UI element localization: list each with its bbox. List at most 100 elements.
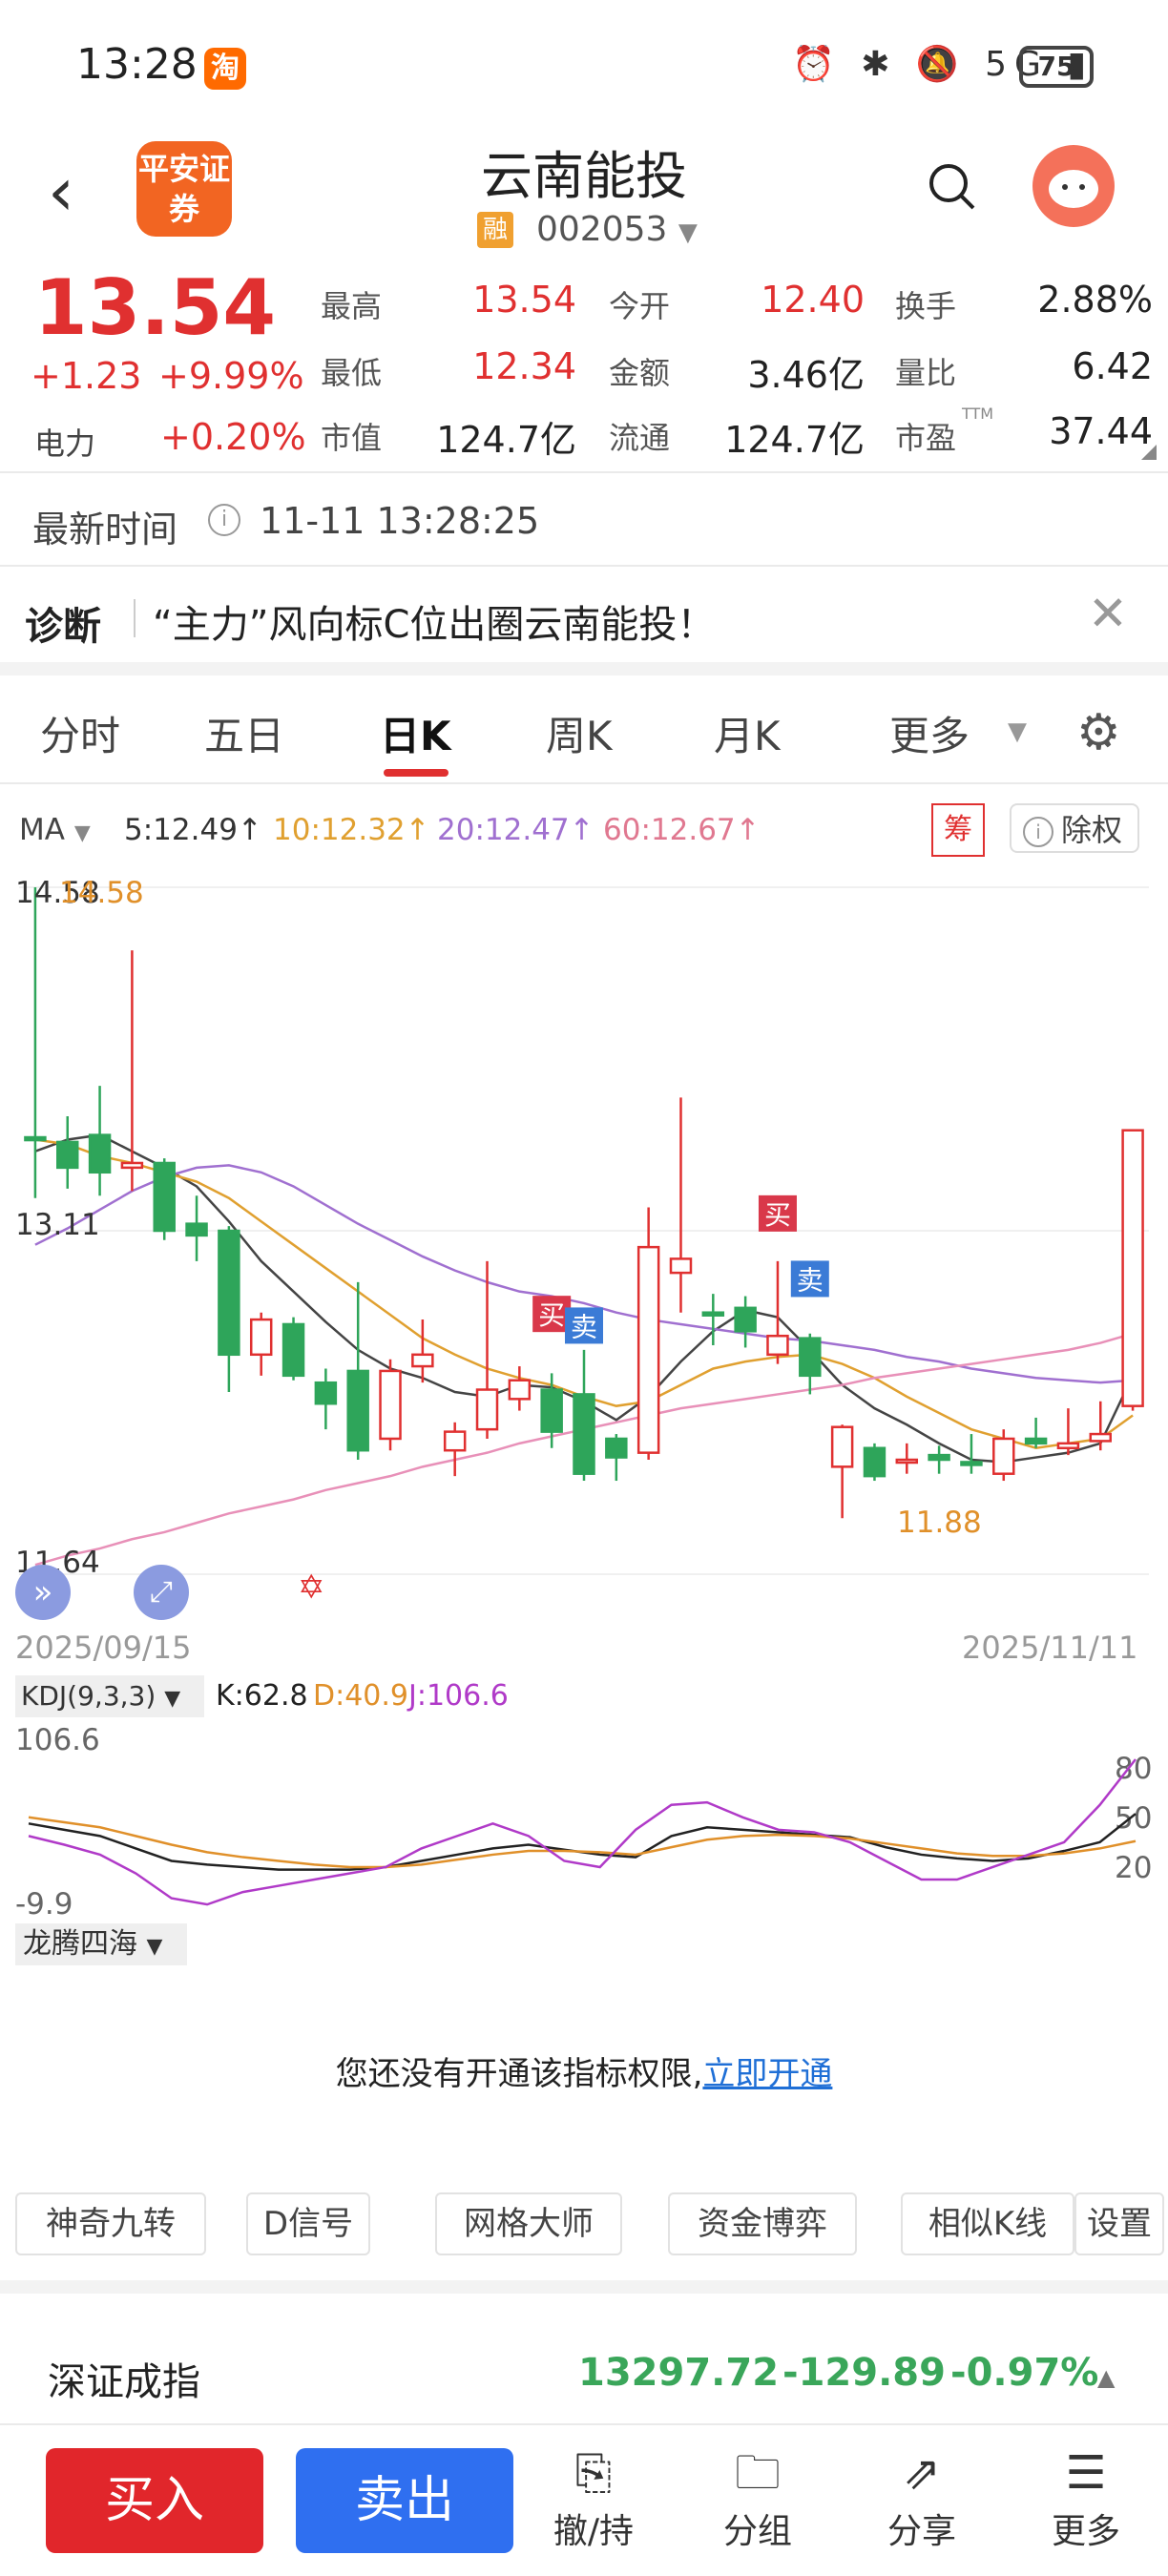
- tool-button[interactable]: 设置: [1074, 2192, 1164, 2255]
- candle[interactable]: [508, 1366, 532, 1411]
- candle[interactable]: [636, 1207, 660, 1460]
- buy-button[interactable]: 买入: [46, 2448, 263, 2553]
- stock-code-selector[interactable]: 002053 ▼: [536, 210, 698, 249]
- tool-button[interactable]: D信号: [246, 2192, 370, 2255]
- kdj-chart[interactable]: [0, 1755, 1168, 1908]
- tab-0[interactable]: 分时: [40, 704, 120, 762]
- quote-value: 12.34: [472, 345, 576, 387]
- candle[interactable]: [346, 1281, 369, 1460]
- end-date: 2025/11/11: [962, 1630, 1138, 1666]
- candle[interactable]: [56, 1116, 79, 1189]
- nav-undo-hold[interactable]: ⎘ 撤/持: [527, 2442, 660, 2553]
- candle[interactable]: [282, 1317, 305, 1381]
- candle[interactable]: [1024, 1417, 1048, 1448]
- expand-corner-icon[interactable]: [1141, 445, 1157, 460]
- candle-body: [669, 1257, 693, 1275]
- info-icon[interactable]: i: [208, 504, 240, 536]
- candle-body: [379, 1369, 402, 1441]
- kdj-selector[interactable]: KDJ(9,3,3) ▼: [15, 1675, 204, 1717]
- diagnosis-headline[interactable]: “主力”风向标C位出圈云南能投！: [153, 593, 715, 649]
- divider: [134, 599, 136, 637]
- candle[interactable]: [379, 1359, 402, 1451]
- candle[interactable]: [314, 1368, 338, 1430]
- tool-button[interactable]: 网格大师: [435, 2192, 622, 2255]
- candle[interactable]: [185, 1195, 208, 1261]
- kdj-k: K:62.8: [216, 1679, 308, 1713]
- quote-label: 市值: [321, 420, 383, 456]
- gear-icon[interactable]: ⚙: [1076, 704, 1121, 761]
- candle[interactable]: [1089, 1401, 1112, 1451]
- candle[interactable]: [605, 1434, 628, 1482]
- fullscreen-icon[interactable]: ⤢: [134, 1565, 189, 1620]
- candle[interactable]: [799, 1333, 822, 1395]
- candle[interactable]: [24, 887, 47, 1198]
- candle[interactable]: [249, 1312, 273, 1376]
- adjust-rights-label: 除权: [1061, 812, 1123, 848]
- tab-4[interactable]: 月K: [714, 704, 781, 762]
- share-icon: ⇗: [902, 2446, 942, 2500]
- divider: [0, 782, 1168, 784]
- candle[interactable]: [218, 1226, 240, 1392]
- candle-body: [1089, 1432, 1112, 1443]
- sell-button[interactable]: 卖出: [296, 2448, 513, 2553]
- close-icon[interactable]: ✕: [1088, 586, 1128, 641]
- event-star-icon[interactable]: ✡: [298, 1568, 325, 1607]
- candle[interactable]: [1121, 1129, 1144, 1411]
- tool-button[interactable]: 资金博弈: [668, 2192, 857, 2255]
- signal-label: 买: [764, 1199, 791, 1231]
- candle[interactable]: [475, 1260, 499, 1439]
- kdj-line-j: [28, 1758, 1137, 1906]
- candle[interactable]: [153, 1158, 176, 1240]
- adjust-rights-button[interactable]: i 除权: [1010, 803, 1139, 853]
- candle-body: [346, 1369, 369, 1452]
- fast-forward-icon[interactable]: »: [15, 1565, 71, 1620]
- candle[interactable]: [895, 1443, 919, 1474]
- nav-label: 更多: [1051, 2512, 1120, 2551]
- nav-label: 撤/持: [553, 2512, 635, 2551]
- tool-button[interactable]: 神奇九转: [15, 2192, 206, 2255]
- index-change-pct: -0.97%: [950, 2351, 1099, 2395]
- kline-chart[interactable]: 买卖买卖: [0, 859, 1168, 1622]
- candle-body: [185, 1222, 208, 1237]
- quote-value: 124.7亿: [724, 419, 865, 461]
- tab-2[interactable]: 日K: [380, 704, 451, 762]
- candle[interactable]: [734, 1296, 757, 1348]
- candle-body: [636, 1245, 660, 1454]
- search-icon[interactable]: [926, 160, 979, 214]
- candle[interactable]: [830, 1424, 854, 1519]
- indicator-selector[interactable]: 龙腾四海 ▼: [15, 1923, 187, 1965]
- candle[interactable]: [411, 1319, 434, 1383]
- candle[interactable]: [669, 1097, 693, 1313]
- candle-body: [830, 1425, 854, 1468]
- taobao-badge-icon: 淘: [204, 48, 246, 90]
- candle[interactable]: [573, 1349, 595, 1482]
- index-name[interactable]: 深证成指: [48, 2351, 200, 2406]
- sector-name[interactable]: 电力: [34, 420, 95, 464]
- candle[interactable]: [443, 1422, 467, 1477]
- ma-selector[interactable]: MA ▼: [19, 813, 91, 847]
- candle-body: [24, 1135, 47, 1142]
- assistant-avatar[interactable]: [1032, 145, 1115, 227]
- candle-body: [508, 1379, 532, 1401]
- candle[interactable]: [88, 1086, 112, 1196]
- candle[interactable]: [928, 1445, 950, 1474]
- candle-body: [895, 1458, 919, 1465]
- activate-link[interactable]: 立即开通: [702, 2055, 832, 2093]
- candle[interactable]: [863, 1443, 886, 1482]
- quote-value: 6.42: [1072, 345, 1153, 387]
- chevron-up-icon[interactable]: ▲: [1097, 2364, 1115, 2391]
- candle[interactable]: [766, 1260, 789, 1364]
- tab-1[interactable]: 五日: [204, 704, 284, 762]
- candle[interactable]: [960, 1434, 983, 1474]
- chip-distribution-button[interactable]: 筹: [931, 803, 985, 857]
- tool-button[interactable]: 相似K线: [901, 2192, 1074, 2255]
- candle[interactable]: [1056, 1408, 1080, 1456]
- tab-3[interactable]: 周K: [546, 704, 613, 762]
- nav-more[interactable]: ☰ 更多: [1019, 2442, 1153, 2553]
- nav-group[interactable]: 🗀 分组: [691, 2442, 824, 2553]
- nav-share[interactable]: ⇗ 分享: [855, 2442, 989, 2553]
- quote-value: 124.7亿: [436, 419, 576, 461]
- tab-5[interactable]: 更多: [889, 704, 970, 762]
- chevron-down-icon[interactable]: ▼: [1008, 717, 1027, 746]
- back-button[interactable]: ‹: [48, 153, 74, 231]
